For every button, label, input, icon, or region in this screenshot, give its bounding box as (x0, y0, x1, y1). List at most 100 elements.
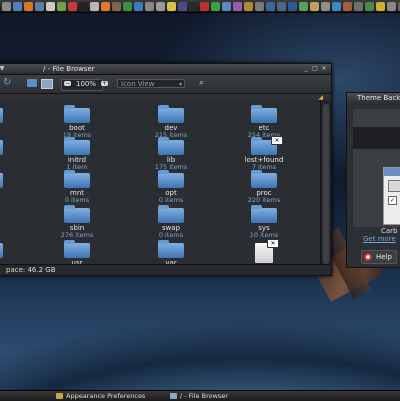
clock-icon[interactable] (321, 1, 330, 11)
title-bar[interactable]: ▼ / - File Browser _ □ ✕ (0, 64, 331, 75)
item-count: 175 items (154, 163, 188, 171)
app-launcher-icon[interactable] (2, 1, 11, 11)
item-count: 1 item (66, 163, 88, 171)
weather-icon[interactable] (167, 1, 176, 11)
gimp-icon[interactable] (112, 1, 121, 11)
bottom-panel: Appearance Preferences / - File Browser (0, 390, 400, 401)
folder-icon (64, 137, 90, 155)
file-item[interactable] (0, 243, 25, 259)
theme-preview-widget (388, 180, 400, 192)
chart-icon[interactable] (211, 1, 220, 11)
volume-icon[interactable] (387, 1, 396, 11)
theme-window-title[interactable]: Theme Back (347, 93, 400, 103)
theme-preview-window: ✓ (383, 167, 400, 225)
firefox-icon[interactable] (24, 1, 33, 11)
zoom-level: 100% (76, 80, 97, 88)
file-item[interactable]: opt 0 items (136, 170, 206, 204)
music-icon[interactable] (68, 1, 77, 11)
game-icon[interactable] (354, 1, 363, 11)
item-count: ems (0, 124, 25, 131)
help-icon (364, 253, 372, 261)
globe-icon[interactable] (288, 1, 297, 11)
view-mode-select[interactable]: Icon View ▾ (117, 79, 185, 88)
view-mode-value: Icon View (121, 80, 155, 88)
file-item[interactable]: proc 220 items (229, 170, 299, 204)
no-access-emblem-icon: ✕ (271, 136, 283, 145)
scrollbar-thumb[interactable] (323, 104, 329, 264)
user-icon[interactable] (343, 1, 352, 11)
file-item[interactable]: ✕ lost+found 7 items (229, 136, 299, 171)
folder-icon (64, 240, 90, 258)
puzzle-icon[interactable] (233, 1, 242, 11)
theme-preview[interactable]: ✓ (353, 109, 400, 227)
file-item[interactable] (0, 208, 25, 229)
zoom-in-button[interactable]: + (101, 81, 108, 87)
folder-icon (0, 140, 3, 155)
text-editor-icon[interactable] (90, 1, 99, 11)
file-item[interactable] (0, 173, 25, 189)
vertical-scrollbar[interactable] (320, 100, 331, 275)
theme-preview-dark-area (353, 127, 400, 149)
star-icon[interactable] (376, 1, 385, 11)
calendar-icon[interactable] (46, 1, 55, 11)
file-item[interactable]: dev 215 items (136, 105, 206, 139)
settings-icon[interactable] (145, 1, 154, 11)
file-item[interactable]: mnt 0 items (42, 170, 112, 204)
package-icon[interactable] (310, 1, 319, 11)
globe-icon[interactable] (134, 1, 143, 11)
photo-icon[interactable] (123, 1, 132, 11)
shield-icon[interactable] (365, 1, 374, 11)
disk-icon[interactable] (156, 1, 165, 11)
folder-icon (158, 205, 184, 223)
computer-icon[interactable] (27, 79, 37, 87)
folder-icon (170, 393, 177, 399)
file-item[interactable] (0, 140, 25, 156)
file-item[interactable]: initrd 1 item (42, 137, 112, 171)
minimize-icon[interactable]: _ (303, 66, 309, 72)
file-item[interactable]: swap 0 items (136, 205, 206, 239)
close-icon[interactable]: ✕ (321, 66, 327, 72)
task-file-browser[interactable]: / - File Browser (168, 392, 228, 400)
file-grid: ems boot19 items dev215 items etc254 items i… (0, 100, 319, 275)
task-appearance-preferences[interactable]: Appearance Preferences (54, 392, 145, 400)
tools-icon[interactable] (255, 1, 264, 11)
network-icon[interactable] (13, 1, 22, 11)
folder-icon: ✕ (251, 136, 283, 155)
folder-icon (251, 170, 277, 188)
file-item[interactable]: ems (0, 108, 25, 131)
task-label: Appearance Preferences (66, 392, 146, 400)
terminal-icon[interactable] (79, 1, 88, 11)
network-location-icon[interactable] (41, 79, 53, 89)
download-icon[interactable] (332, 1, 341, 11)
window-title: / - File Browser (43, 65, 95, 73)
get-more-link[interactable]: Get more (363, 235, 396, 243)
flag-icon[interactable] (200, 1, 209, 11)
battery-icon[interactable] (299, 1, 308, 11)
folder-icon (64, 105, 90, 123)
file-item[interactable]: etc 254 items (229, 105, 299, 139)
chat-icon[interactable] (57, 1, 66, 11)
item-count: 276 items (60, 231, 94, 239)
chevron-down-icon: ▾ (178, 81, 182, 88)
wifi-icon[interactable] (266, 1, 275, 11)
video-icon[interactable] (189, 1, 198, 11)
folder-icon[interactable] (222, 1, 231, 11)
reload-icon[interactable]: ↻ (3, 77, 11, 88)
item-count: 0 items (64, 196, 90, 204)
file-item[interactable]: lib 175 items (136, 137, 206, 171)
file-item[interactable]: sbin 276 items (42, 205, 112, 239)
maximize-icon[interactable]: □ (312, 66, 318, 72)
search-icon[interactable]: ⌕ (199, 78, 204, 88)
ubuntu-icon[interactable] (101, 1, 110, 11)
media-player-icon[interactable] (178, 1, 187, 11)
mail-icon[interactable] (35, 1, 44, 11)
folder-icon (158, 137, 184, 155)
archive-icon[interactable] (244, 1, 253, 11)
zoom-out-button[interactable]: − (64, 81, 71, 87)
file-item[interactable]: boot 19 items (42, 105, 112, 139)
window-menu-icon[interactable]: ▼ (0, 66, 5, 72)
monitor-icon[interactable] (277, 1, 286, 11)
file-item[interactable]: sys 10 items (229, 205, 299, 239)
help-button[interactable]: Help (361, 250, 397, 264)
theme-preview-titlebar (384, 168, 400, 176)
